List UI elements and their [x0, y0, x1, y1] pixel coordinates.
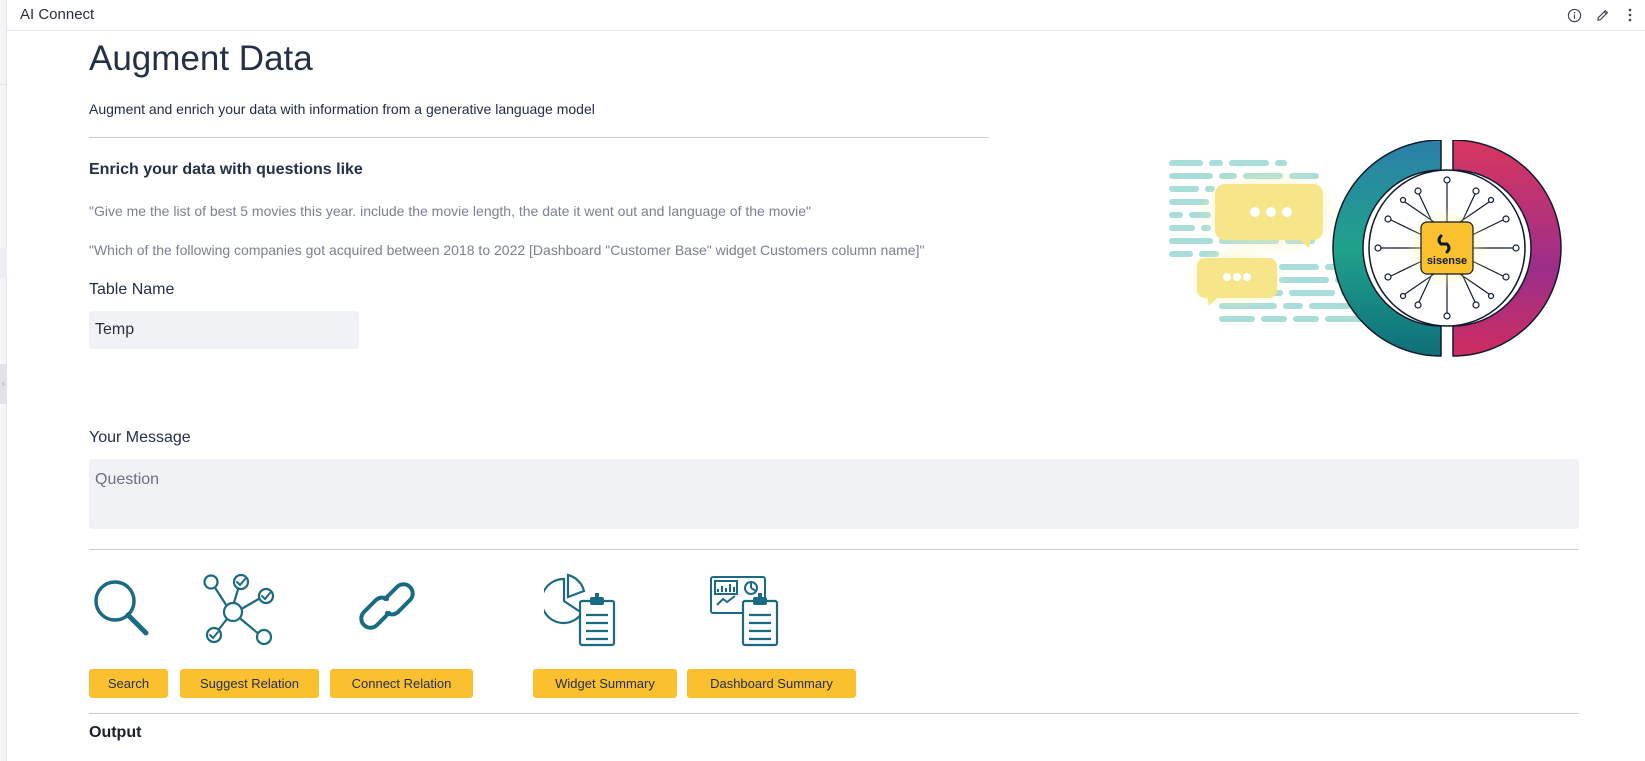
dashboard-summary-button[interactable]: Dashboard Summary [687, 669, 856, 698]
widget-titlebar: AI Connect [7, 0, 1645, 31]
left-rail: ‹ [0, 0, 7, 761]
network-check-icon[interactable] [202, 571, 282, 646]
example-question: "Which of the following companies got ac… [89, 242, 925, 258]
connect-relation-button[interactable]: Connect Relation [330, 669, 473, 698]
link-icon[interactable] [357, 571, 417, 641]
pie-clipboard-icon[interactable] [544, 571, 619, 651]
rail-divider [0, 84, 7, 85]
hero-brand-text: sisense [1427, 255, 1467, 267]
widget-title: AI Connect [20, 6, 95, 23]
search-button[interactable]: Search [89, 669, 168, 698]
rail-tab [0, 248, 7, 278]
message-label: Your Message [89, 429, 191, 446]
dashboard-clipboard-icon[interactable] [709, 571, 784, 651]
divider [89, 549, 1579, 550]
divider [89, 137, 989, 138]
hero-illustration: sisense [1169, 139, 1579, 385]
search-icon[interactable] [91, 571, 151, 641]
message-input[interactable] [89, 459, 1579, 529]
divider [89, 713, 1579, 714]
page-subtitle: Augment and enrich your data with inform… [89, 101, 595, 117]
info-icon[interactable] [1565, 6, 1583, 24]
titlebar-actions [1565, 6, 1639, 24]
collapse-handle[interactable]: ‹ [0, 364, 7, 404]
example-question: "Give me the list of best 5 movies this … [89, 203, 812, 219]
edit-pencil-icon[interactable] [1593, 6, 1611, 24]
output-label: Output [89, 724, 142, 741]
more-vertical-icon[interactable] [1621, 6, 1639, 24]
suggest-relation-button[interactable]: Suggest Relation [180, 669, 319, 698]
widget-summary-button[interactable]: Widget Summary [533, 669, 677, 698]
examples-heading: Enrich your data with questions like [89, 161, 363, 178]
table-name-label: Table Name [89, 281, 175, 298]
page-title: Augment Data [89, 39, 313, 78]
table-name-input[interactable] [89, 311, 359, 349]
